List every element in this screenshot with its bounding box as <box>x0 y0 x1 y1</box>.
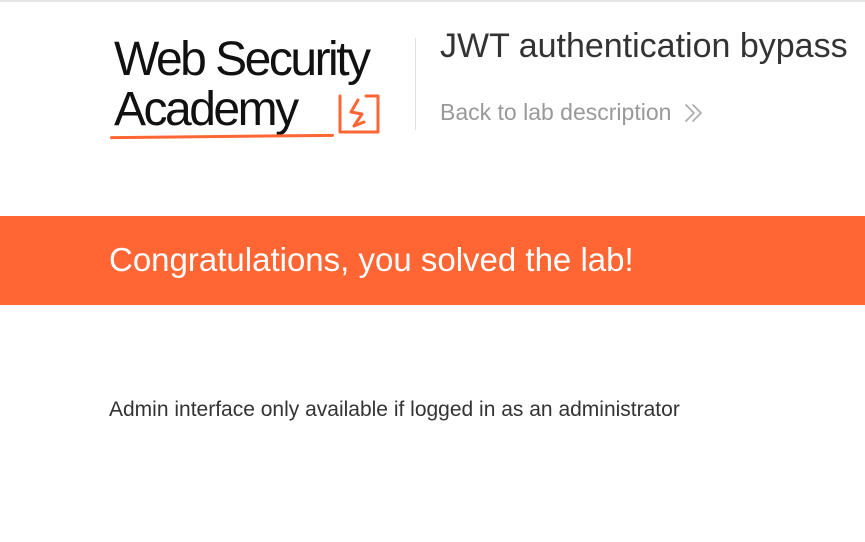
admin-access-message: Admin interface only available if logged… <box>109 398 680 421</box>
back-to-lab-description-link[interactable]: Back to lab description <box>440 99 705 126</box>
lab-solved-banner: Congratulations, you solved the lab! <box>0 216 865 305</box>
double-chevron-right-icon <box>685 103 703 122</box>
logo-line-1: Web Security <box>114 33 371 86</box>
logo-line-2: Academy <box>114 83 299 136</box>
web-security-academy-logo[interactable]: Web Security Academy <box>108 32 412 144</box>
lab-title: JWT authentication bypass <box>440 27 848 65</box>
header-divider <box>415 38 416 130</box>
header: Web Security Academy JWT authentication … <box>0 2 865 216</box>
banner-text: Congratulations, you solved the lab! <box>109 241 634 278</box>
lightning-bolt-icon <box>338 94 380 134</box>
back-link-label: Back to lab description <box>440 99 672 125</box>
